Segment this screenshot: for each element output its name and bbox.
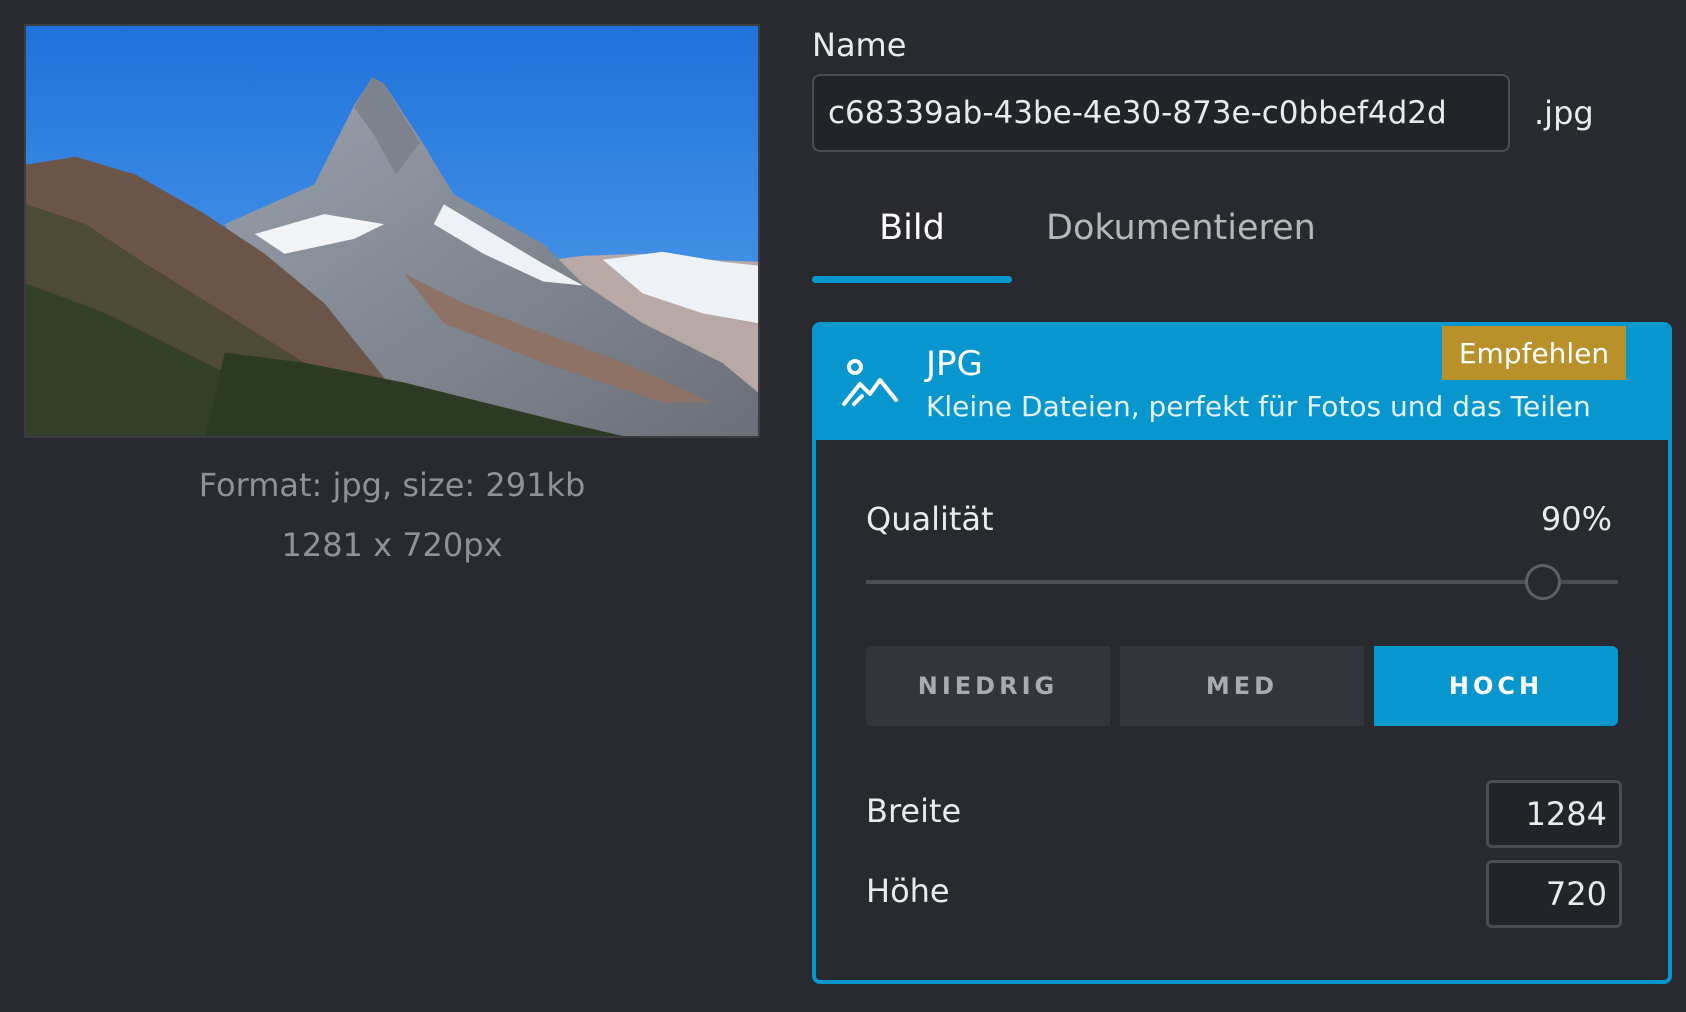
preset-hoch-button[interactable]: HOCH [1374,646,1618,726]
recommended-badge: Empfehlen [1442,326,1626,380]
image-dimensions-info: 1281 x 720px [281,526,503,564]
format-title: JPG [926,344,983,384]
quality-slider-thumb[interactable] [1524,564,1561,600]
width-label: Breite [866,792,962,830]
height-label: Höhe [866,872,950,910]
format-description: Kleine Dateien, perfekt für Fotos und da… [926,390,1591,423]
quality-value: 90% [1540,500,1612,538]
quality-label: Qualität [866,500,994,538]
file-extension: .jpg [1534,94,1594,132]
tab-bild[interactable]: Bild [812,208,1012,248]
preset-niedrig-button[interactable]: NIEDRIG [866,646,1110,726]
quality-slider[interactable] [866,562,1618,602]
active-tab-indicator [812,276,1012,283]
format-card-header[interactable]: JPG Kleine Dateien, perfekt für Fotos un… [816,326,1668,440]
image-icon [842,359,898,406]
height-input[interactable] [1486,860,1622,928]
tab-dokumentieren[interactable]: Dokumentieren [1046,208,1316,248]
name-label: Name [812,26,907,64]
filename-input[interactable] [812,74,1510,152]
width-input[interactable] [1486,780,1622,848]
format-size-info: Format: jpg, size: 291kb [198,466,586,504]
quality-slider-track[interactable] [866,580,1618,584]
mountain-photo [26,26,758,436]
image-preview [24,24,760,438]
preset-med-button[interactable]: MED [1120,646,1364,726]
jpg-format-card[interactable]: JPG Kleine Dateien, perfekt für Fotos un… [812,322,1672,984]
